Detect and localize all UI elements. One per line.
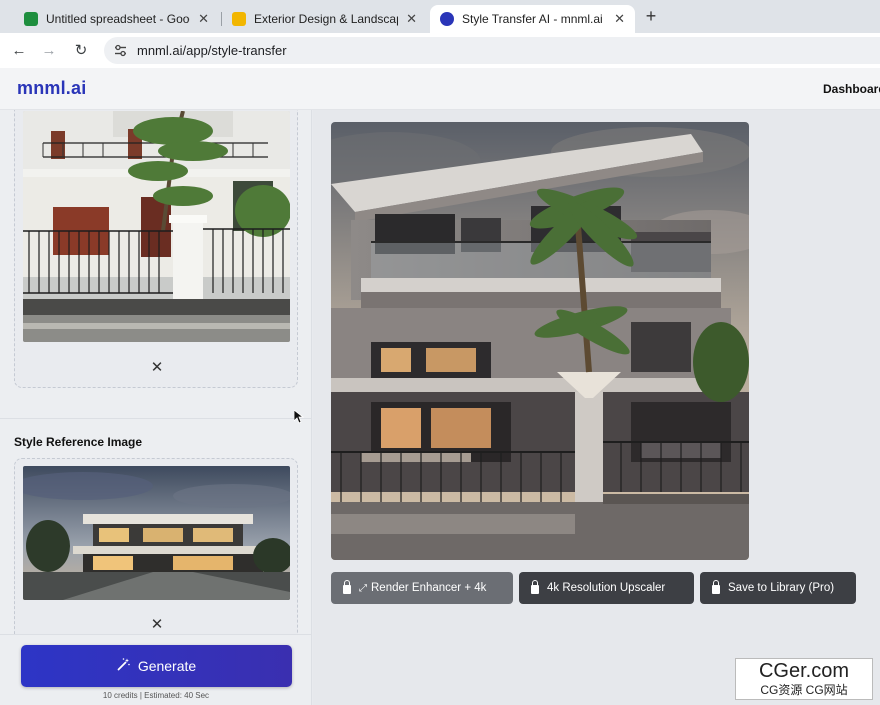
tab-title: Untitled spreadsheet - Google Sheets	[46, 12, 190, 26]
uploaded-house-image	[23, 111, 290, 342]
style-reference-image	[23, 466, 290, 600]
browser-tab-bar: Untitled spreadsheet - Google Sheets ✕ E…	[0, 0, 880, 33]
tab-style-transfer[interactable]: Style Transfer AI - mnml.ai ✕	[430, 5, 635, 33]
url-text: mnml.ai/app/style-transfer	[137, 43, 287, 58]
magic-wand-icon	[117, 658, 130, 674]
main-panel: ⤢ Render Enhancer + 4k 4k Resolution Ups…	[313, 110, 880, 705]
lock-icon	[531, 580, 539, 594]
generate-button[interactable]: Generate	[21, 645, 292, 687]
browser-toolbar: ← → ↻ mnml.ai/app/style-transfer	[0, 33, 880, 68]
generate-label: Generate	[137, 658, 197, 674]
back-arrow-icon[interactable]: ←	[8, 40, 30, 62]
tab-close-icon[interactable]: ✕	[198, 11, 209, 27]
watermark: CGer.com CG资源 CG网站	[735, 658, 873, 700]
slides-favicon-icon	[232, 12, 246, 26]
mnml-logo[interactable]: mnml.ai	[17, 78, 86, 99]
new-tab-button[interactable]: +	[641, 6, 661, 26]
save-library-button[interactable]: Save to Library (Pro)	[700, 572, 856, 604]
upscaler-label: 4k Resolution Upscaler	[547, 582, 666, 594]
dashboard-link[interactable]: Dashboard	[823, 82, 880, 96]
app-header: mnml.ai Dashboard	[0, 68, 880, 110]
sparkle-icon: ⤢	[359, 582, 367, 594]
forward-arrow-icon[interactable]: →	[38, 40, 60, 62]
tab-title: Style Transfer AI - mnml.ai	[462, 12, 603, 26]
mouse-cursor-icon	[294, 410, 304, 424]
lock-icon	[343, 580, 351, 594]
tab-close-icon[interactable]: ✕	[406, 11, 417, 27]
sidebar: ✕ Style Reference Image ✕ Generate 10 cr…	[0, 110, 312, 705]
style-reference-dropzone[interactable]: ✕	[14, 458, 298, 648]
watermark-line1: CGer.com	[758, 660, 850, 682]
section-divider	[0, 418, 311, 419]
upscaler-button[interactable]: 4k Resolution Upscaler	[519, 572, 694, 604]
credits-note: 10 credits | Estimated: 40 Sec	[102, 691, 210, 700]
lock-icon	[712, 580, 720, 594]
generate-area: Generate 10 credits | Estimated: 40 Sec	[0, 634, 311, 705]
style-reference-title: Style Reference Image	[14, 435, 143, 449]
remove-upload-icon[interactable]: ✕	[149, 360, 165, 376]
render-enhancer-label: Render Enhancer + 4k	[371, 582, 487, 594]
generated-result-image[interactable]	[331, 122, 749, 560]
watermark-line2: CG资源 CG网站	[760, 683, 848, 697]
site-settings-icon[interactable]	[113, 43, 128, 58]
tab-title: Exterior Design & Landscape	[254, 12, 399, 26]
render-enhancer-button[interactable]: ⤢ Render Enhancer + 4k	[331, 572, 513, 604]
address-bar[interactable]: mnml.ai/app/style-transfer	[104, 37, 880, 64]
remove-style-icon[interactable]: ✕	[149, 617, 165, 633]
sheets-favicon-icon	[24, 12, 38, 26]
uploaded-image-dropzone[interactable]: ✕	[14, 110, 298, 388]
mnml-favicon-icon	[440, 12, 454, 26]
tab-google-sheets[interactable]: Untitled spreadsheet - Google Sheets ✕	[14, 5, 219, 33]
tab-exterior-design[interactable]: Exterior Design & Landscape ✕	[222, 5, 427, 33]
tab-close-icon[interactable]: ✕	[614, 11, 625, 27]
save-library-label: Save to Library (Pro)	[728, 582, 835, 594]
reload-icon[interactable]: ↻	[70, 40, 92, 62]
